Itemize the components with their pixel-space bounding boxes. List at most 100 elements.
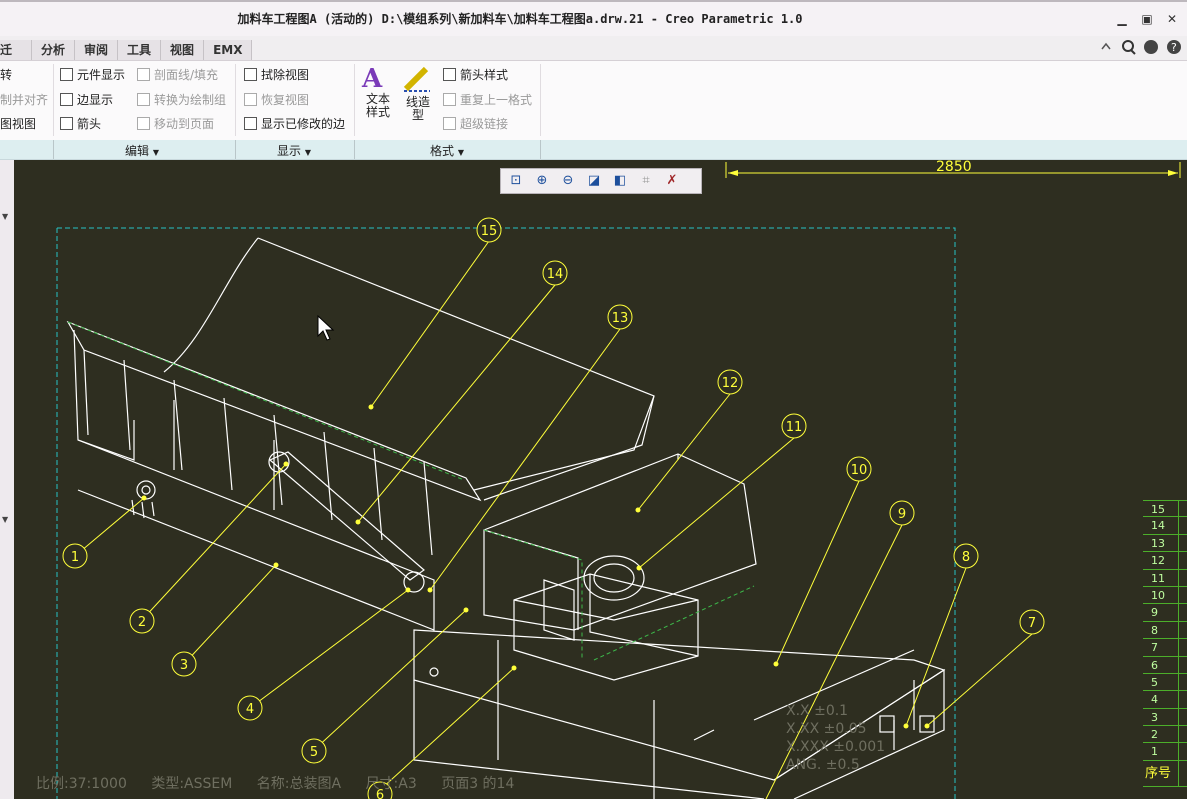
repeat-format-button[interactable]: 重复上一格式: [443, 91, 532, 109]
ribbon-divider: [235, 64, 236, 136]
bom-row: 14: [1143, 517, 1187, 535]
group-edit-label: 编辑: [125, 144, 150, 158]
line-style-button[interactable]: 线造 型: [402, 65, 434, 137]
balloon-5[interactable]: 5: [310, 745, 318, 760]
balloon-14[interactable]: 14: [547, 267, 564, 282]
move-to-page-button[interactable]: 移动到页面: [137, 115, 214, 133]
balloon-2[interactable]: 2: [138, 615, 146, 630]
balloon-1[interactable]: 1: [71, 550, 79, 565]
tab-tools[interactable]: 工具: [118, 40, 162, 60]
group-display-label: 显示: [277, 144, 302, 158]
tab-migrate[interactable]: 迁移: [0, 40, 32, 77]
arrow-style-icon: [443, 68, 456, 81]
chevron-down-icon[interactable]: ▼: [2, 515, 8, 524]
arrow-label: 箭头: [77, 117, 102, 131]
status-type: 类型:ASSEM: [151, 776, 233, 792]
balloon-12[interactable]: 12: [722, 376, 739, 391]
edge-display-label: 边显示: [77, 93, 114, 107]
zoom-in-icon[interactable]: ⊕: [531, 171, 553, 191]
ribbon-left-item-3[interactable]: 图视图: [0, 115, 36, 133]
hyperlink-label: 超级链接: [460, 117, 509, 131]
balloon-8[interactable]: 8: [962, 550, 970, 565]
resume-view-button[interactable]: 恢复视图: [244, 91, 309, 109]
status-name: 名称:总装图A: [256, 776, 342, 792]
bom-header: 序号: [1143, 760, 1187, 787]
balloon-13[interactable]: 13: [612, 311, 629, 326]
dimension-2850[interactable]: 2850: [725, 160, 1181, 178]
group-divider: [354, 140, 355, 159]
tolerance-row: X.XX ±0.05: [786, 721, 867, 737]
convert-icon: [137, 93, 150, 106]
repaint-icon[interactable]: ◪: [583, 171, 605, 191]
group-divider: [53, 140, 54, 159]
minimize-icon[interactable]: ▁: [1112, 10, 1132, 28]
text-style-button[interactable]: A 文本 样式: [362, 65, 394, 137]
group-format-dropdown[interactable]: 格式 ▼: [430, 142, 464, 159]
tab-view[interactable]: 视图: [161, 40, 205, 60]
tab-emx[interactable]: EMX: [204, 40, 253, 60]
maximize-icon[interactable]: ▣: [1137, 10, 1157, 28]
cad-drawing[interactable]: 2850 1 2 3 4 5 6 7 8 9 10 11 12 13 14 15: [14, 160, 1187, 799]
move-page-icon: [137, 117, 150, 130]
balloon-4[interactable]: 4: [246, 702, 254, 717]
balloon-3[interactable]: 3: [180, 658, 188, 673]
balloon-10[interactable]: 10: [851, 463, 868, 478]
arrow-style-button[interactable]: 箭头样式: [443, 66, 508, 84]
tolerance-row: X.XXX ±0.001: [786, 739, 886, 755]
community-icon[interactable]: [1144, 40, 1158, 54]
edge-display-button[interactable]: 边显示: [60, 91, 113, 109]
bom-row: 5: [1143, 673, 1187, 692]
group-divider: [540, 140, 541, 159]
arrow-style-label: 箭头样式: [460, 68, 509, 82]
component-display-button[interactable]: 元件显示: [60, 66, 125, 84]
chevron-down-icon[interactable]: ▼: [2, 212, 8, 221]
close-icon[interactable]: ✕: [1162, 10, 1182, 28]
zoom-out-icon[interactable]: ⊖: [557, 171, 579, 191]
convert-label: 转换为绘制组: [154, 93, 227, 107]
tab-review[interactable]: 审阅: [75, 40, 119, 60]
group-divider: [235, 140, 236, 159]
ribbon-tabs: 迁移 分析 审阅 工具 视图 EMX: [0, 40, 253, 77]
balloon-9[interactable]: 9: [898, 507, 906, 522]
ribbon-left-item-2[interactable]: 制并对齐: [0, 91, 48, 109]
status-size: 尺寸:A3: [365, 776, 417, 792]
annotation-display-icon[interactable]: ✗: [661, 171, 683, 191]
tab-analysis[interactable]: 分析: [32, 40, 76, 60]
convert-draft-group-button[interactable]: 转换为绘制组: [137, 91, 226, 109]
balloon-15[interactable]: 15: [481, 224, 498, 239]
window-title: 加料车工程图A (活动的) D:\模组系列\新加料车\加料车工程图a.drw.2…: [237, 12, 803, 26]
group-format-label: 格式: [430, 144, 455, 158]
bom-row: 10: [1143, 586, 1187, 605]
hatch-icon: [137, 68, 150, 81]
bom-row: 9: [1143, 604, 1187, 622]
status-scale: 比例:37:1000: [36, 776, 127, 792]
ribbon-left-item-1[interactable]: 转: [0, 66, 12, 84]
drawing-canvas[interactable]: 2850 1 2 3 4 5 6 7 8 9 10 11 12 13 14 15: [14, 160, 1187, 799]
balloon-11[interactable]: 11: [786, 420, 803, 435]
arrow-button[interactable]: 箭头: [60, 115, 101, 133]
hatch-fill-button[interactable]: 剖面线/填充: [137, 66, 218, 84]
balloons: [62, 217, 1045, 799]
view-toolbar: ⊡ ⊕ ⊖ ◪ ◧ ⌗ ✗: [500, 168, 702, 194]
group-display-dropdown[interactable]: 显示 ▼: [277, 142, 311, 159]
hyperlink-button[interactable]: 超级链接: [443, 115, 508, 133]
display-style-icon[interactable]: ◧: [609, 171, 631, 191]
search-icon[interactable]: [1122, 40, 1134, 52]
move-page-label: 移动到页面: [154, 117, 215, 131]
line-style-label: 线造 型: [405, 95, 430, 122]
show-modified-edges-button[interactable]: 显示已修改的边: [244, 115, 345, 133]
edge-display-icon: [60, 93, 73, 106]
datum-display-icon[interactable]: ⌗: [635, 171, 657, 191]
hatch-label: 剖面线/填充: [154, 68, 219, 82]
erase-view-button[interactable]: 拭除视图: [244, 66, 309, 84]
bom-row: 7: [1143, 639, 1187, 657]
collapse-ribbon-icon[interactable]: [1101, 42, 1111, 50]
help-toolbar: ?: [1101, 40, 1181, 55]
arrow-icon: [60, 117, 73, 130]
ribbon-divider: [540, 64, 541, 136]
refit-icon[interactable]: ⊡: [505, 171, 527, 191]
left-panel-strip[interactable]: ▼ ▼: [0, 160, 14, 799]
group-edit-dropdown[interactable]: 编辑 ▼: [125, 142, 159, 159]
balloon-7[interactable]: 7: [1028, 616, 1036, 631]
ribbon-panel: 转 制并对齐 图视图 元件显示 边显示 箭头 剖面线/填充 转换为绘制组 移动到…: [0, 60, 1187, 142]
